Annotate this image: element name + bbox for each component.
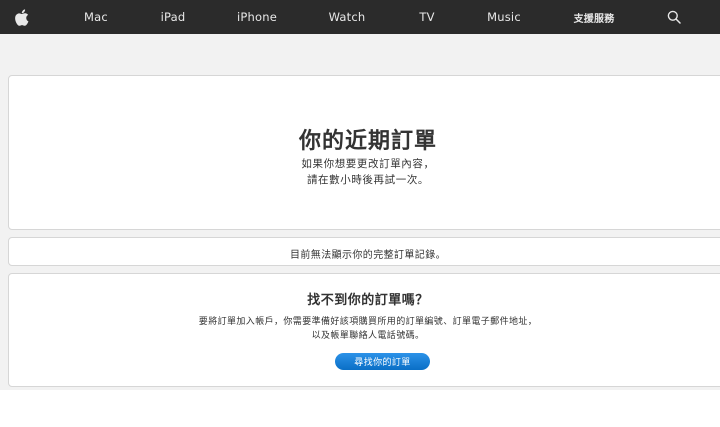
nav-item-music[interactable]: Music [482, 0, 526, 34]
find-order-button[interactable]: 尋找你的訂單 [335, 353, 430, 370]
recent-orders-message-line2: 請在數小時後再試一次。 [306, 174, 430, 186]
search-icon[interactable] [664, 0, 684, 34]
order-history-notice-panel: 目前無法顯示你的完整訂單記錄。 [8, 237, 720, 266]
nav-item-iphone[interactable]: iPhone [232, 0, 282, 34]
global-nav: Mac iPad iPhone Watch TV Music 支援服務 [0, 0, 720, 34]
apple-logo-icon[interactable] [12, 0, 30, 34]
order-history-notice-text: 目前無法顯示你的完整訂單記錄。 [290, 250, 446, 261]
find-order-panel: 找不到你的訂單嗎？ 要將訂單加入帳戶，你需要準備好該項購買所用的訂單編號、訂單電… [8, 273, 720, 387]
find-order-instructions-line2: 以及帳單聯絡人電話號碼。 [311, 331, 425, 341]
nav-item-tv[interactable]: TV [412, 0, 442, 34]
nav-item-mac[interactable]: Mac [76, 0, 116, 34]
recent-orders-title: 你的近期訂單 [298, 129, 437, 154]
find-order-instructions-line1: 要將訂單加入帳戶，你需要準備好該項購買所用的訂單編號、訂單電子郵件地址， [198, 317, 538, 327]
nav-item-ipad[interactable]: iPad [153, 0, 193, 34]
recent-orders-panel: 你的近期訂單 如果你想要更改訂單內容， 請在數小時後再試一次。 [8, 75, 720, 230]
nav-item-watch[interactable]: Watch [324, 0, 370, 34]
find-order-title: 找不到你的訂單嗎？ [307, 293, 429, 308]
recent-orders-message-line1: 如果你想要更改訂單內容， [301, 158, 435, 170]
nav-item-support[interactable]: 支援服務 [566, 0, 622, 34]
